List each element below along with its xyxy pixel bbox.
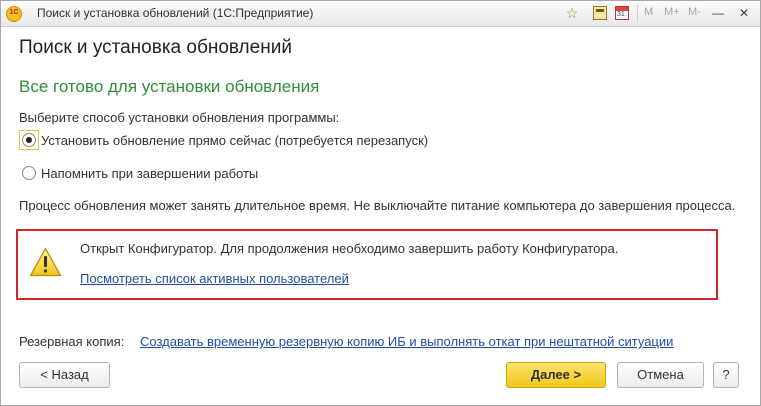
calculator-icon[interactable] <box>593 6 607 20</box>
next-button[interactable]: Далее > <box>506 362 606 388</box>
page-title: Поиск и установка обновлений <box>19 37 292 58</box>
memory-m-plus-button[interactable]: M+ <box>664 6 680 18</box>
title-bar: 1С Поиск и установка обновлений (1С:Пред… <box>1 1 760 27</box>
radio-install-now-label[interactable]: Установить обновление прямо сейчас (потр… <box>41 133 428 148</box>
warning-icon <box>29 247 62 277</box>
cancel-button[interactable]: Отмена <box>617 362 704 388</box>
minimize-icon[interactable]: ― <box>709 4 727 22</box>
install-method-prompt: Выберите способ установки обновления про… <box>19 110 340 125</box>
titlebar-divider <box>637 5 638 22</box>
memory-m-button[interactable]: M <box>644 6 653 18</box>
memory-m-minus-button[interactable]: M- <box>688 6 701 18</box>
app-logo-icon[interactable]: 1С <box>6 6 22 22</box>
help-button[interactable]: ? <box>713 362 739 388</box>
close-icon[interactable]: ✕ <box>735 4 753 22</box>
status-heading: Все готово для установки обновления <box>19 77 320 96</box>
window-title: Поиск и установка обновлений (1С:Предпри… <box>37 6 314 20</box>
active-users-link[interactable]: Посмотреть список активных пользователей <box>80 271 349 286</box>
backup-label: Резервная копия: <box>19 334 125 349</box>
backup-settings-link[interactable]: Создавать временную резервную копию ИБ и… <box>140 334 673 349</box>
radio-button-checked[interactable] <box>22 133 36 147</box>
favorite-star-icon[interactable]: ☆ <box>565 6 579 20</box>
warning-message: Открыт Конфигуратор. Для продолжения нео… <box>80 241 619 256</box>
radio-remind-later-label[interactable]: Напомнить при завершении работы <box>41 166 258 181</box>
back-button[interactable]: < Назад <box>19 362 110 388</box>
radio-button-unchecked[interactable] <box>22 166 36 180</box>
calendar-day: 31 <box>617 11 625 18</box>
warning-panel: Открыт Конфигуратор. Для продолжения нео… <box>16 229 718 300</box>
update-info-text: Процесс обновления может занять длительн… <box>19 198 736 213</box>
dialog-window: 1С Поиск и установка обновлений (1С:Пред… <box>0 0 761 406</box>
app-logo-text: 1С <box>9 9 19 16</box>
calendar-icon[interactable]: 31 <box>615 6 629 20</box>
